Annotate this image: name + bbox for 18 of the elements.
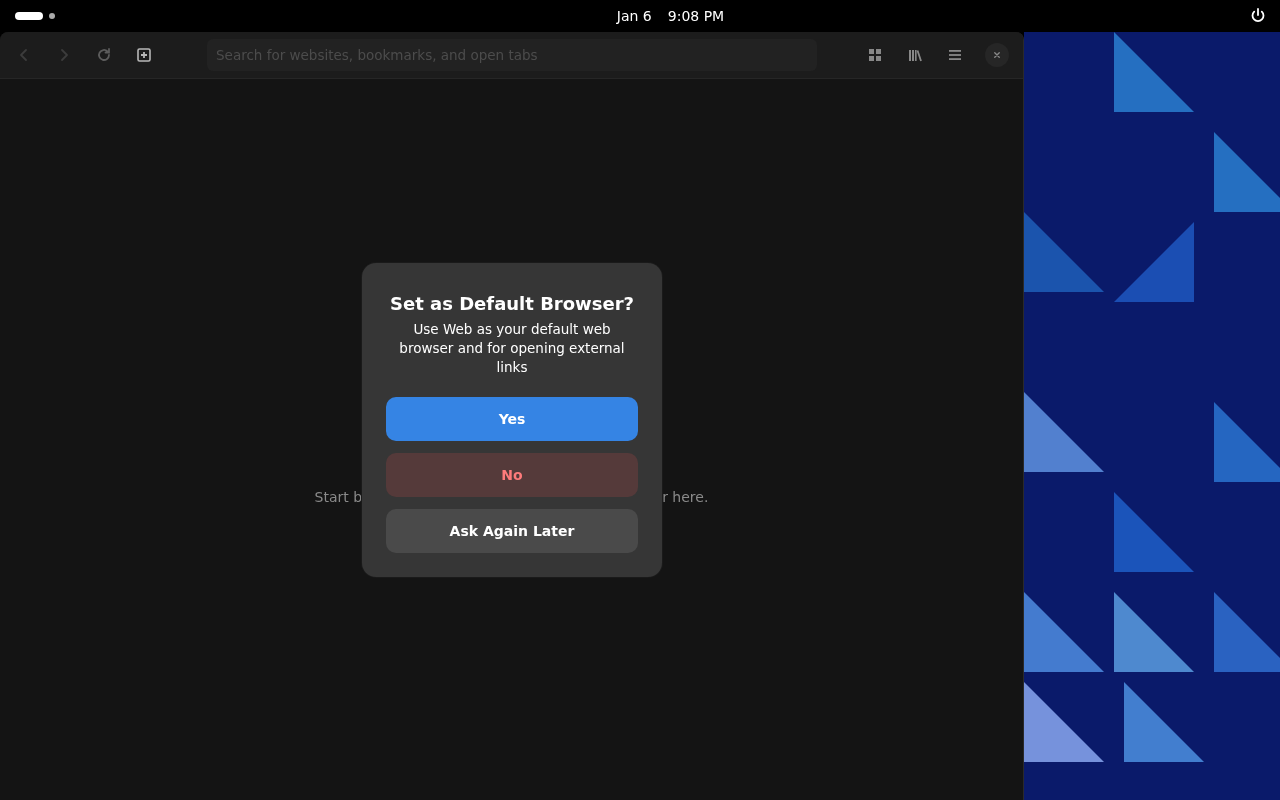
workspace-indicator[interactable] bbox=[15, 12, 43, 20]
clock-time[interactable]: 9:08 PM bbox=[667, 8, 725, 24]
empty-state-text: r here. bbox=[662, 488, 709, 505]
dialog-title: Set as Default Browser? bbox=[390, 293, 634, 314]
menu-icon bbox=[947, 47, 963, 63]
books-icon bbox=[907, 47, 923, 63]
ask-later-button[interactable]: Ask Again Later bbox=[386, 509, 638, 553]
yes-button[interactable]: Yes bbox=[386, 397, 638, 441]
plus-square-icon bbox=[136, 47, 152, 63]
workspace-indicator[interactable] bbox=[49, 13, 55, 19]
reload-icon bbox=[96, 47, 112, 63]
grid-icon bbox=[867, 47, 883, 63]
power-icon[interactable] bbox=[1250, 8, 1266, 24]
clock-date[interactable]: Jan 6 bbox=[616, 8, 652, 24]
dialog-message: Use Web as your default web browser and for opening external links bbox=[398, 320, 626, 377]
no-button[interactable]: No bbox=[386, 453, 638, 497]
empty-state-text: Start b bbox=[314, 488, 363, 505]
close-icon bbox=[991, 49, 1003, 61]
